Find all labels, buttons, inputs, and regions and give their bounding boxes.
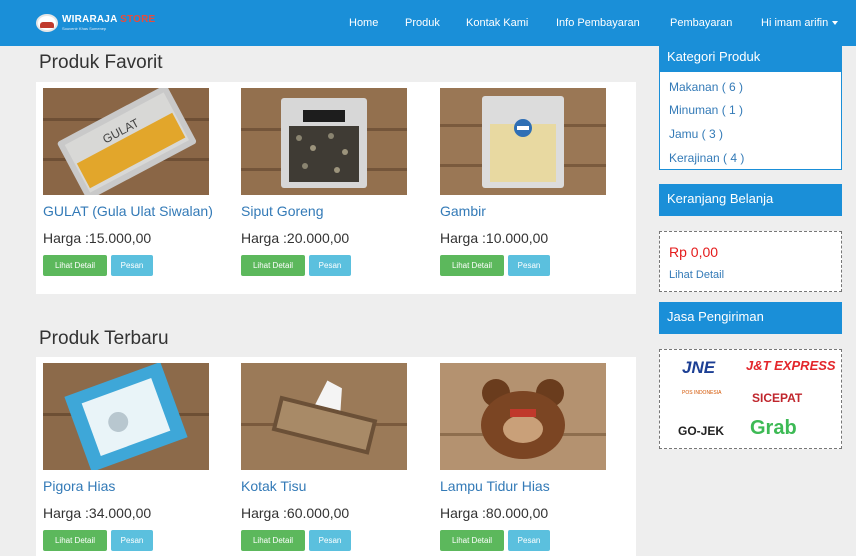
product-name-link[interactable]: Siput Goreng — [241, 203, 426, 219]
lihat-detail-button[interactable]: Lihat Detail — [43, 255, 107, 276]
kategori-header: Kategori Produk — [659, 42, 842, 74]
product-image[interactable] — [440, 363, 606, 470]
category-makanan[interactable]: Makanan ( 6 ) — [669, 80, 743, 94]
product-image[interactable] — [440, 88, 606, 195]
pengiriman-logos: JNE J&T EXPRESS POS INDONESIA SICEPAT GO… — [659, 349, 842, 449]
kategori-list: Makanan ( 6 ) Minuman ( 1 ) Jamu ( 3 ) K… — [659, 72, 842, 170]
brand-accent: STORE — [120, 14, 156, 25]
product-card: Siput Goreng Harga :20.000,00 Lihat Deta… — [241, 88, 426, 276]
product-price: Harga :20.000,00 — [241, 230, 350, 246]
pesan-button[interactable]: Pesan — [111, 530, 153, 551]
terbaru-panel: Pigora Hias Harga :34.000,00 Lihat Detai… — [36, 357, 636, 556]
lihat-detail-button[interactable]: Lihat Detail — [43, 530, 107, 551]
pesan-button[interactable]: Pesan — [111, 255, 153, 276]
nav-kontak-kami[interactable]: Kontak Kami — [466, 0, 528, 46]
product-image[interactable] — [241, 363, 407, 470]
category-minuman[interactable]: Minuman ( 1 ) — [669, 103, 743, 117]
product-price: Harga :10.000,00 — [440, 230, 549, 246]
pos-logo: POS INDONESIA — [682, 390, 722, 396]
lihat-detail-button[interactable]: Lihat Detail — [241, 255, 305, 276]
jnt-logo: J&T EXPRESS — [746, 358, 836, 373]
pesan-button[interactable]: Pesan — [309, 530, 351, 551]
product-card: Pigora Hias Harga :34.000,00 Lihat Detai… — [43, 363, 228, 551]
sicepat-logo: SICEPAT — [752, 391, 803, 405]
category-kerajinan[interactable]: Kerajinan ( 4 ) — [669, 151, 744, 165]
product-price: Harga :34.000,00 — [43, 505, 152, 521]
user-menu-label: Hi imam arifin — [761, 17, 829, 29]
store-logo-icon — [36, 14, 58, 32]
pesan-button[interactable]: Pesan — [508, 255, 550, 276]
nav-produk[interactable]: Produk — [405, 0, 440, 46]
product-name-link[interactable]: Pigora Hias — [43, 478, 228, 494]
product-image[interactable]: GULAT — [43, 88, 209, 195]
brand-name: WIRARAJA — [62, 14, 118, 25]
keranjang-box: Rp 0,00 Lihat Detail — [659, 231, 842, 292]
jne-logo: JNE — [682, 358, 716, 377]
section-title-terbaru: Produk Terbaru — [39, 328, 169, 349]
product-image[interactable] — [43, 363, 209, 470]
lihat-detail-button[interactable]: Lihat Detail — [440, 255, 504, 276]
lihat-detail-button[interactable]: Lihat Detail — [241, 530, 305, 551]
product-card: Kotak Tisu Harga :60.000,00 Lihat Detail… — [241, 363, 426, 551]
product-name-link[interactable]: Lampu Tidur Hias — [440, 478, 625, 494]
brand-logo[interactable]: WIRARAJA STORE Souvenir Khas Sumenep — [36, 12, 155, 34]
pengiriman-header: Jasa Pengiriman — [659, 302, 842, 334]
pesan-button[interactable]: Pesan — [508, 530, 550, 551]
nav-info-pembayaran[interactable]: Info Pembayaran — [556, 0, 640, 46]
gojek-logo: GO-JEK — [678, 424, 725, 438]
grab-logo: Grab — [750, 417, 797, 439]
product-image[interactable] — [241, 88, 407, 195]
nav-pembayaran[interactable]: Pembayaran — [670, 0, 732, 46]
user-menu[interactable]: Hi imam arifin — [761, 0, 839, 46]
caret-down-icon — [832, 21, 839, 26]
product-price: Harga :60.000,00 — [241, 505, 350, 521]
product-name-link[interactable]: GULAT (Gula Ulat Siwalan) — [43, 203, 228, 219]
product-card: Gambir Harga :10.000,00 Lihat Detail Pes… — [440, 88, 625, 276]
product-name-link[interactable]: Kotak Tisu — [241, 478, 426, 494]
product-card: GULAT GULAT (Gula Ulat Siwalan) Harga :1… — [43, 88, 228, 276]
favorit-panel: GULAT GULAT (Gula Ulat Siwalan) Harga :1… — [36, 82, 636, 294]
product-card: Lampu Tidur Hias Harga :80.000,00 Lihat … — [440, 363, 625, 551]
top-navbar: WIRARAJA STORE Souvenir Khas Sumenep Hom… — [0, 0, 856, 46]
lihat-detail-button[interactable]: Lihat Detail — [440, 530, 504, 551]
brand-subtitle: Souvenir Khas Sumenep — [62, 26, 107, 31]
cart-detail-link[interactable]: Lihat Detail — [669, 269, 724, 281]
product-name-link[interactable]: Gambir — [440, 203, 625, 219]
cart-total: Rp 0,00 — [669, 244, 719, 260]
category-jamu[interactable]: Jamu ( 3 ) — [669, 127, 723, 141]
product-price: Harga :80.000,00 — [440, 505, 549, 521]
pesan-button[interactable]: Pesan — [309, 255, 351, 276]
product-price: Harga :15.000,00 — [43, 230, 152, 246]
keranjang-header: Keranjang Belanja — [659, 184, 842, 216]
nav-home[interactable]: Home — [349, 0, 378, 46]
section-title-favorit: Produk Favorit — [39, 52, 163, 73]
